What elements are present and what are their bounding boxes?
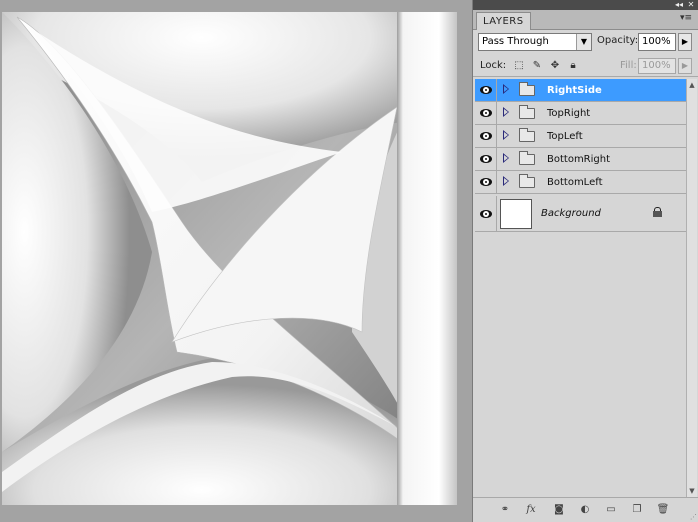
layer-list-scrollbar[interactable]: ▲ ▼ xyxy=(686,79,697,497)
lock-label: Lock: xyxy=(480,60,507,71)
folder-icon xyxy=(519,174,535,188)
fill-slider-button[interactable]: ▶ xyxy=(678,58,692,74)
layer-row-background[interactable]: Background xyxy=(475,196,686,232)
layer-list: RightSide TopRight TopLeft BottomRight B… xyxy=(475,79,686,497)
opacity-label: Opacity: xyxy=(597,35,639,46)
new-group-icon[interactable]: ▭ xyxy=(603,503,619,517)
panel-tab-row: LAYERS ▾≡ xyxy=(473,10,698,30)
layer-name: Background xyxy=(541,208,601,219)
visibility-toggle[interactable] xyxy=(475,79,497,101)
panel-menu-icon[interactable]: ▾≡ xyxy=(680,13,692,23)
lock-icon xyxy=(653,207,662,217)
layer-name: TopRight xyxy=(547,108,591,119)
expand-triangle-icon[interactable] xyxy=(503,153,509,163)
visibility-toggle[interactable] xyxy=(475,171,497,193)
layer-row-topright[interactable]: TopRight xyxy=(475,102,686,125)
layers-panel: ◂◂ ✕ LAYERS ▾≡ Pass Through ▼ Opacity: 1… xyxy=(472,0,698,522)
lock-image-icon[interactable]: ✎ xyxy=(531,60,543,72)
scroll-up-icon[interactable]: ▲ xyxy=(687,80,697,90)
folder-icon xyxy=(519,82,535,96)
layer-name: TopLeft xyxy=(547,131,583,142)
layer-name: RightSide xyxy=(547,85,602,96)
expand-triangle-icon[interactable] xyxy=(503,84,509,94)
canvas-area[interactable] xyxy=(0,0,472,522)
photoshop-window: ◂◂ ✕ LAYERS ▾≡ Pass Through ▼ Opacity: 1… xyxy=(0,0,698,522)
folder-icon xyxy=(519,151,535,165)
eye-icon xyxy=(480,86,492,94)
eye-icon xyxy=(480,210,492,218)
layer-row-topleft[interactable]: TopLeft xyxy=(475,125,686,148)
opacity-slider-button[interactable]: ▶ xyxy=(678,33,692,51)
double-chevron-left-icon[interactable]: ◂◂ xyxy=(674,0,684,10)
chevron-down-icon[interactable]: ▼ xyxy=(576,34,591,50)
lock-position-icon[interactable]: ✥ xyxy=(549,60,561,72)
visibility-toggle[interactable] xyxy=(475,125,497,147)
panel-title-bar: ◂◂ ✕ xyxy=(473,0,698,10)
layer-style-fx-icon[interactable]: fx xyxy=(523,503,539,517)
eye-icon xyxy=(480,178,492,186)
visibility-toggle[interactable] xyxy=(475,148,497,170)
document-canvas[interactable] xyxy=(2,12,457,505)
folder-icon xyxy=(519,105,535,119)
blend-row: Pass Through ▼ Opacity: 100% ▶ xyxy=(473,31,698,53)
layer-row-bottomright[interactable]: BottomRight xyxy=(475,148,686,171)
lock-row: Lock: ⬚ ✎ ✥ 🔒︎ Fill: 100% ▶ xyxy=(473,55,698,77)
panel-bottom-bar: ⚭ fx ◙ ◐ ▭ ❐ 🗑︎ ⋰ xyxy=(473,497,698,522)
fill-label: Fill: xyxy=(620,60,637,71)
lock-all-icon[interactable]: 🔒︎ xyxy=(567,60,579,72)
resize-grip-icon[interactable]: ⋰ xyxy=(690,513,697,521)
visibility-toggle[interactable] xyxy=(475,102,497,124)
page-curl-artwork xyxy=(2,12,457,505)
layer-row-rightside[interactable]: RightSide xyxy=(475,79,686,102)
expand-triangle-icon[interactable] xyxy=(503,107,509,117)
fill-field[interactable]: 100% xyxy=(638,58,676,74)
lock-transparent-icon[interactable]: ⬚ xyxy=(513,60,525,72)
adjustment-layer-icon[interactable]: ◐ xyxy=(577,503,593,517)
layer-name: BottomRight xyxy=(547,154,611,165)
link-layers-icon[interactable]: ⚭ xyxy=(497,503,513,517)
folder-icon xyxy=(519,128,535,142)
layer-thumbnail xyxy=(500,199,532,229)
tab-layers[interactable]: LAYERS xyxy=(476,12,531,30)
eye-icon xyxy=(480,155,492,163)
expand-triangle-icon[interactable] xyxy=(503,130,509,140)
layer-name: BottomLeft xyxy=(547,177,603,188)
blend-mode-select[interactable]: Pass Through ▼ xyxy=(478,33,592,51)
delete-layer-icon[interactable]: 🗑︎ xyxy=(655,503,671,517)
blend-mode-value: Pass Through xyxy=(482,36,549,47)
eye-icon xyxy=(480,132,492,140)
add-mask-icon[interactable]: ◙ xyxy=(551,503,567,517)
opacity-field[interactable]: 100% xyxy=(638,33,676,51)
close-icon[interactable]: ✕ xyxy=(686,0,696,10)
eye-icon xyxy=(480,109,492,117)
new-layer-icon[interactable]: ❐ xyxy=(629,503,645,517)
layer-row-bottomleft[interactable]: BottomLeft xyxy=(475,171,686,194)
scroll-down-icon[interactable]: ▼ xyxy=(687,486,697,496)
visibility-toggle[interactable] xyxy=(475,196,497,231)
expand-triangle-icon[interactable] xyxy=(503,176,509,186)
